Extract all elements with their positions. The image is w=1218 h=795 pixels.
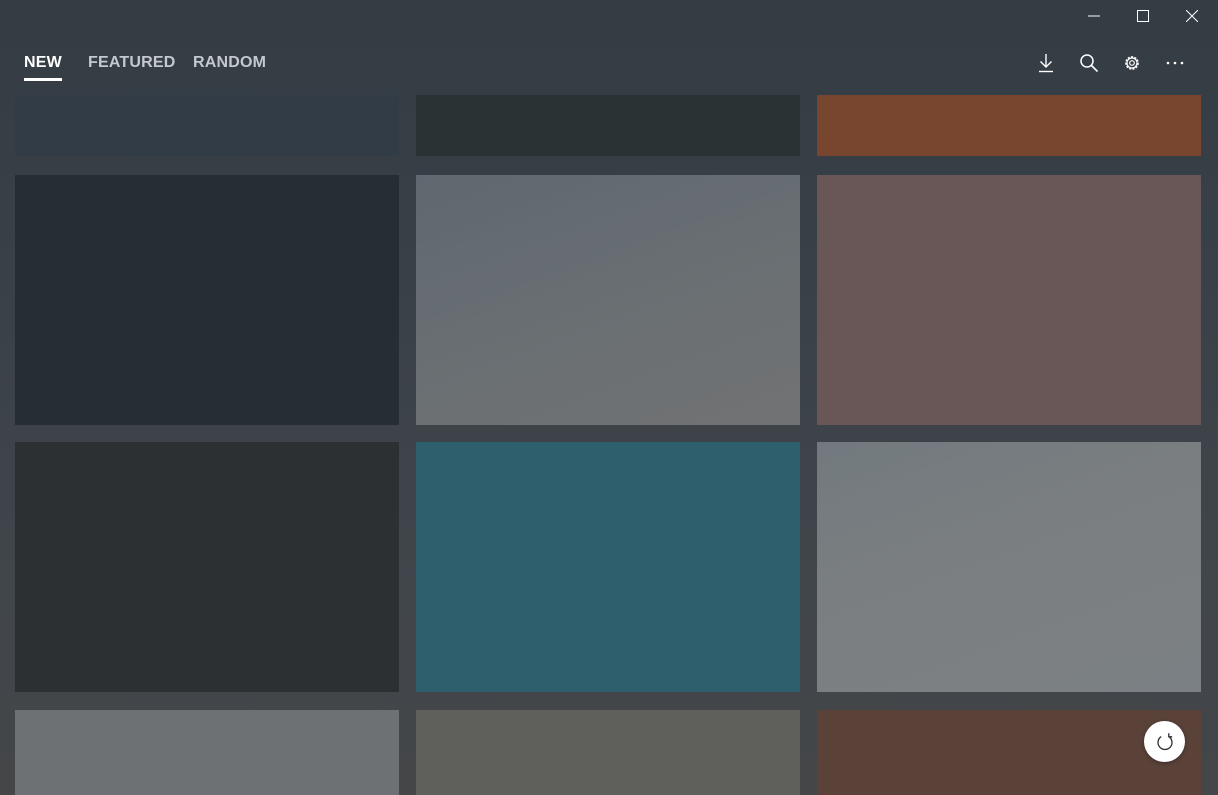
- tab-featured[interactable]: FEATURED: [88, 54, 176, 72]
- app-header: NEW FEATURED RANDOM: [0, 40, 1218, 86]
- tab-new[interactable]: NEW: [24, 54, 62, 72]
- wallpaper-tile[interactable]: [817, 442, 1201, 692]
- wallpaper-tile[interactable]: [15, 175, 399, 425]
- wallpaper-tile[interactable]: [817, 175, 1201, 425]
- wallpaper-tile[interactable]: [416, 710, 800, 795]
- wallpaper-tile[interactable]: [817, 95, 1201, 156]
- download-button[interactable]: [1031, 49, 1061, 77]
- tab-random[interactable]: RANDOM: [193, 54, 266, 72]
- refresh-button[interactable]: [1144, 721, 1185, 762]
- active-tab-indicator: [24, 78, 62, 81]
- minimize-icon: [1088, 15, 1100, 17]
- wallpaper-tile[interactable]: [817, 710, 1201, 795]
- maximize-button[interactable]: [1120, 0, 1166, 32]
- more-icon: [1166, 61, 1184, 65]
- search-icon: [1080, 54, 1099, 73]
- download-icon: [1039, 54, 1053, 73]
- search-button[interactable]: [1074, 49, 1104, 77]
- close-icon: [1186, 10, 1198, 22]
- wallpaper-tile[interactable]: [15, 710, 399, 795]
- close-button[interactable]: [1169, 0, 1215, 32]
- wallpaper-grid: [0, 0, 1218, 795]
- refresh-icon: [1156, 732, 1173, 750]
- maximize-icon: [1137, 10, 1149, 22]
- wallpaper-tile[interactable]: [416, 95, 800, 156]
- settings-icon: [1125, 56, 1139, 70]
- minimize-button[interactable]: [1071, 0, 1117, 32]
- wallpaper-tile[interactable]: [15, 442, 399, 692]
- wallpaper-tile[interactable]: [416, 175, 800, 425]
- wallpaper-tile[interactable]: [15, 95, 399, 156]
- settings-button[interactable]: [1117, 49, 1147, 77]
- title-bar: [0, 0, 1218, 32]
- wallpaper-tile[interactable]: [416, 442, 800, 692]
- more-button[interactable]: [1160, 49, 1190, 77]
